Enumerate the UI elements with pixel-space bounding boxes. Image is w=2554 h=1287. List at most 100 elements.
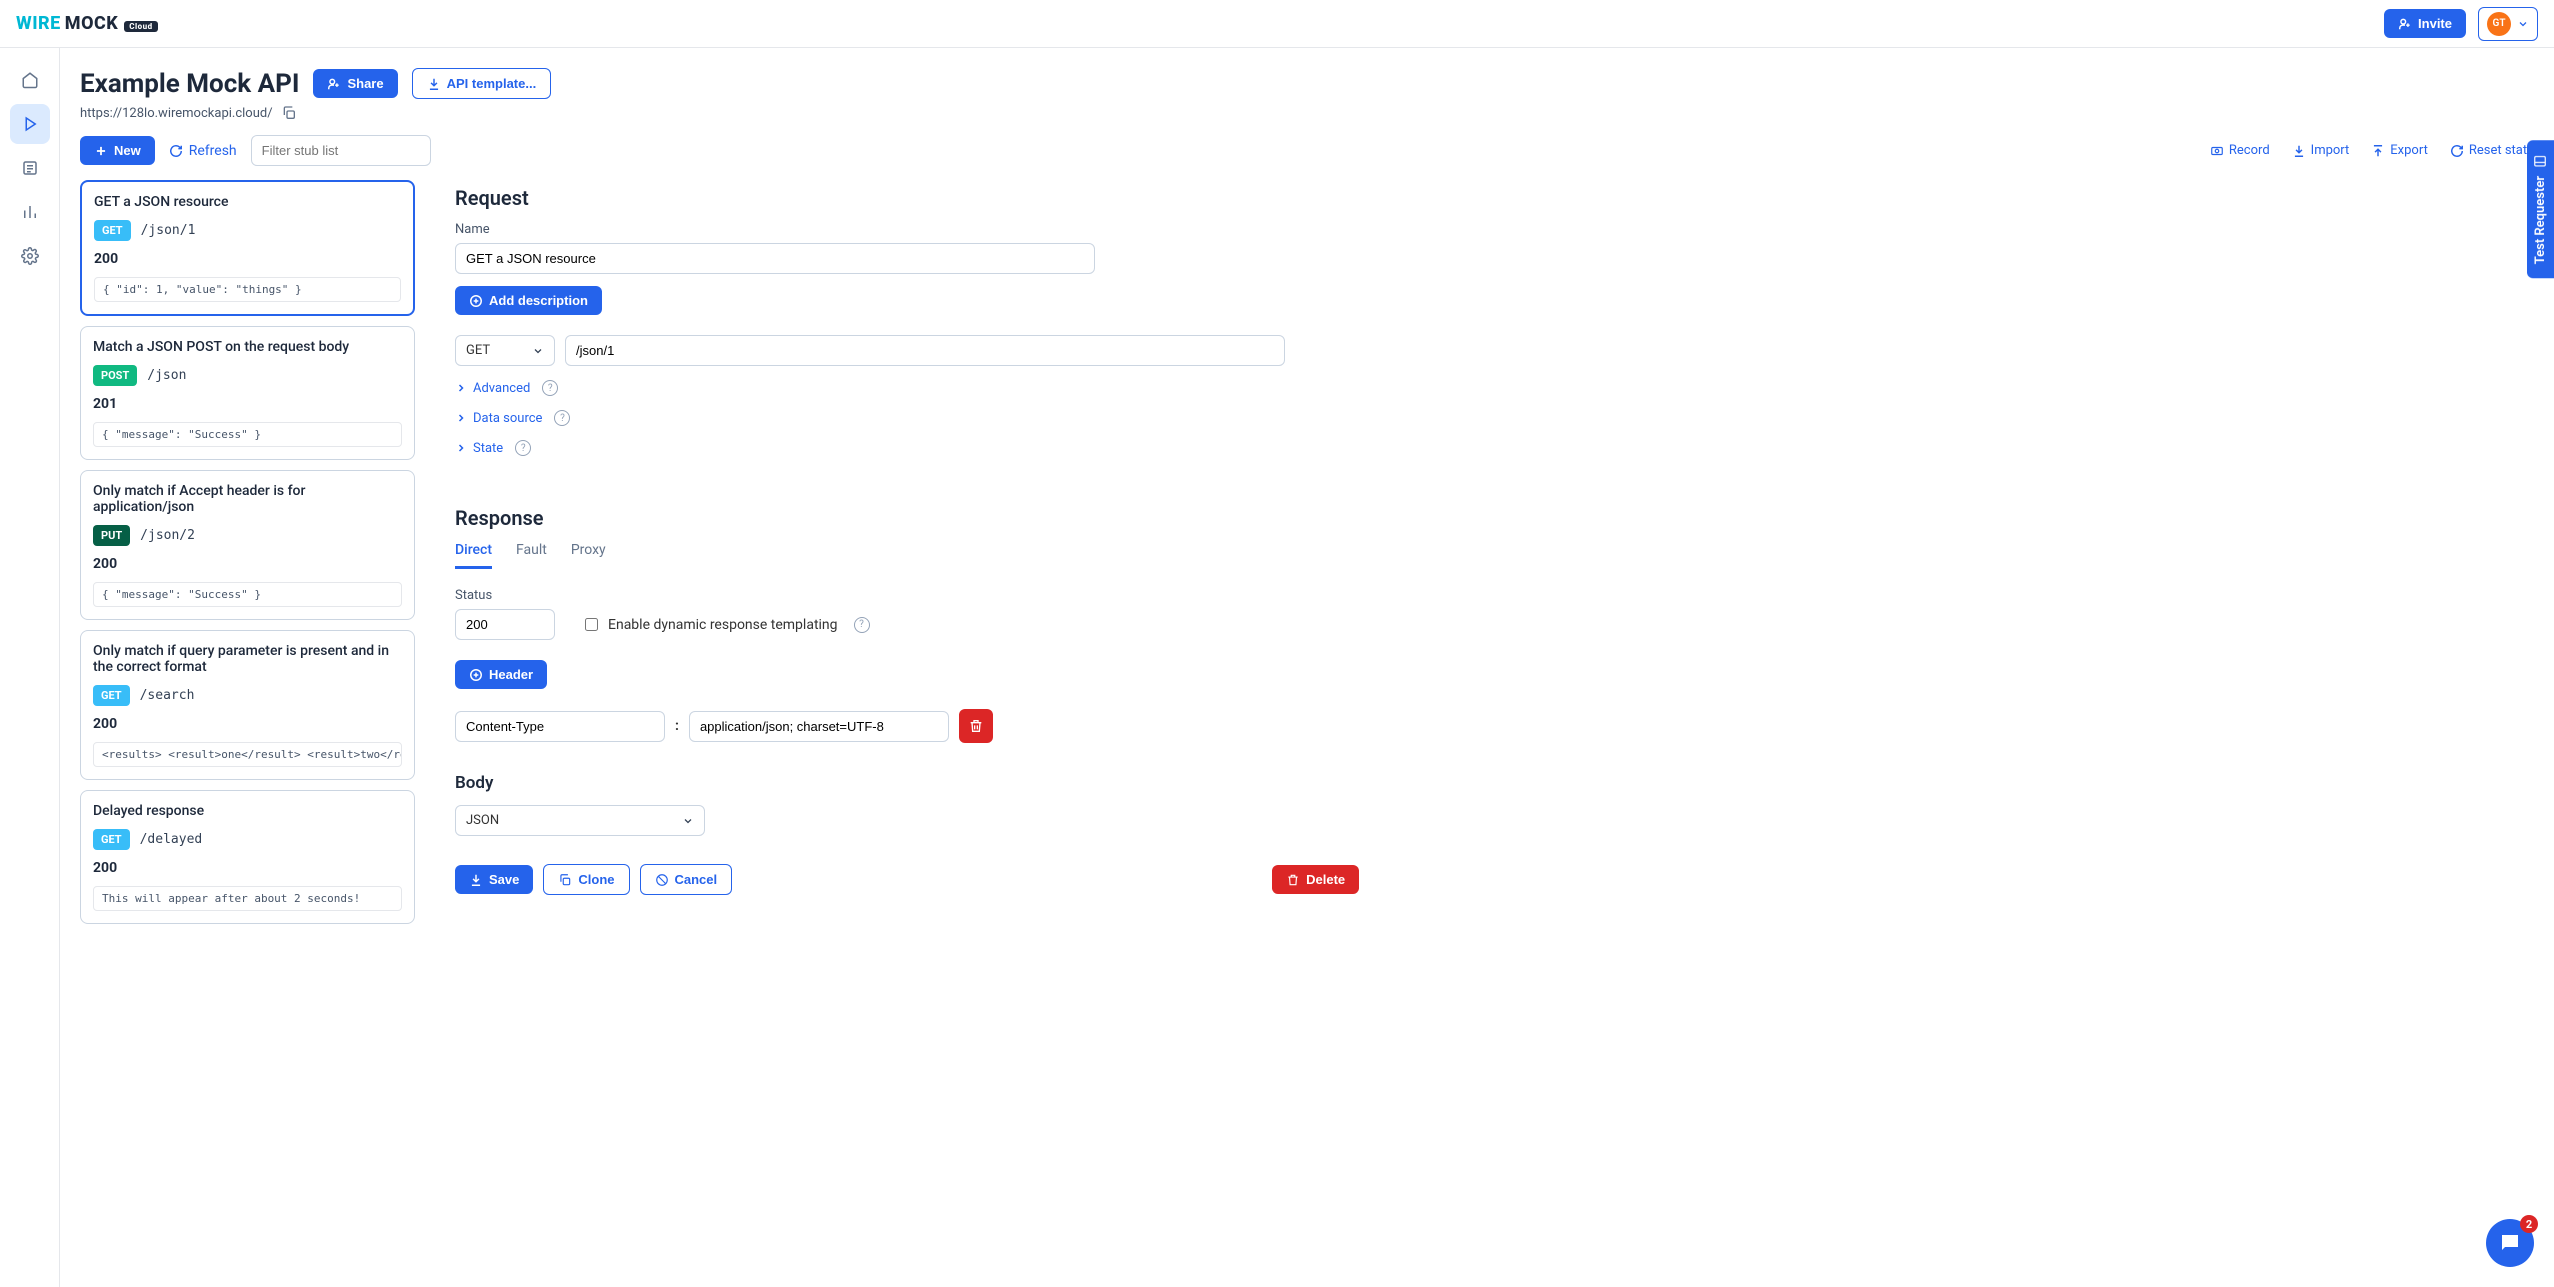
help-icon[interactable]: ? — [542, 380, 558, 396]
logo[interactable]: WIREMOCK Cloud — [16, 13, 158, 34]
stub-card[interactable]: GET a JSON resource GET /json/1 200 { "i… — [80, 180, 415, 316]
path-input[interactable] — [565, 335, 1285, 366]
tab-fault[interactable]: Fault — [516, 542, 547, 569]
data-source-toggle[interactable]: Data source ? — [455, 410, 2494, 426]
body-type-value: JSON — [466, 813, 499, 828]
state-toggle[interactable]: State ? — [455, 440, 2494, 456]
cancel-label: Cancel — [675, 872, 718, 887]
chevron-right-icon — [455, 382, 467, 394]
nav-home[interactable] — [10, 60, 50, 100]
save-label: Save — [489, 872, 519, 887]
advanced-label: Advanced — [473, 381, 530, 396]
stub-card[interactable]: Match a JSON POST on the request body PO… — [80, 326, 415, 460]
method-badge: GET — [93, 685, 130, 706]
share-button[interactable]: Share — [313, 69, 397, 98]
chevron-right-icon — [455, 442, 467, 454]
record-label: Record — [2229, 143, 2270, 158]
refresh-label: Refresh — [189, 143, 237, 159]
filter-input[interactable] — [251, 135, 431, 166]
state-label: State — [473, 441, 503, 456]
chat-icon — [2498, 1231, 2522, 1255]
stub-list[interactable]: GET a JSON resource GET /json/1 200 { "i… — [80, 180, 415, 1267]
body-type-select[interactable]: JSON — [455, 805, 705, 836]
stub-path: /json — [147, 368, 186, 383]
stub-body-preview: { "message": "Success" } — [93, 422, 402, 447]
stub-title: Only match if query parameter is present… — [93, 643, 402, 675]
help-icon[interactable]: ? — [854, 617, 870, 633]
test-requester-label: Test Requester — [2533, 176, 2548, 264]
export-button[interactable]: Export — [2371, 143, 2428, 158]
delete-header-button[interactable] — [959, 709, 993, 743]
copy-icon — [281, 105, 297, 121]
api-template-button[interactable]: API template... — [412, 68, 552, 99]
stub-card[interactable]: Only match if query parameter is present… — [80, 630, 415, 780]
name-input[interactable] — [455, 243, 1095, 274]
main-header: Example Mock API Share API template... h… — [60, 48, 2554, 121]
gear-icon — [21, 247, 39, 265]
import-button[interactable]: Import — [2292, 143, 2350, 158]
status-input[interactable] — [455, 609, 555, 640]
method-badge: PUT — [93, 525, 130, 546]
delete-button[interactable]: Delete — [1272, 865, 1359, 894]
import-icon — [2292, 144, 2306, 158]
stub-body-preview: This will appear after about 2 seconds! — [93, 886, 402, 911]
save-button[interactable]: Save — [455, 865, 533, 894]
record-icon — [2210, 144, 2224, 158]
tab-direct[interactable]: Direct — [455, 542, 492, 569]
clone-button[interactable]: Clone — [543, 864, 629, 895]
method-badge: POST — [93, 365, 137, 386]
logo-mock: MOCK — [65, 13, 118, 34]
stub-status: 200 — [93, 716, 402, 732]
copy-url-button[interactable] — [281, 105, 297, 121]
cancel-button[interactable]: Cancel — [640, 864, 733, 895]
add-description-label: Add description — [489, 293, 588, 308]
stub-card[interactable]: Only match if Accept header is for appli… — [80, 470, 415, 620]
stub-card[interactable]: Delayed response GET /delayed 200 This w… — [80, 790, 415, 924]
enable-templating-checkbox[interactable] — [585, 618, 598, 631]
stub-status: 200 — [93, 556, 402, 572]
nav-settings[interactable] — [10, 236, 50, 276]
header-btn-label: Header — [489, 667, 533, 682]
left-nav — [0, 48, 60, 1287]
nav-requests[interactable] — [10, 148, 50, 188]
chevron-down-icon — [2517, 18, 2529, 30]
chat-button[interactable]: 2 — [2486, 1219, 2534, 1267]
avatar: GT — [2487, 12, 2511, 36]
new-button[interactable]: New — [80, 136, 155, 165]
help-icon[interactable]: ? — [554, 410, 570, 426]
stub-path: /delayed — [140, 832, 203, 847]
header-value-input[interactable] — [689, 711, 949, 742]
add-header-button[interactable]: Header — [455, 660, 547, 689]
trash-icon — [968, 718, 984, 734]
plus-circle-icon — [469, 668, 483, 682]
stub-title: Match a JSON POST on the request body — [93, 339, 402, 355]
stub-status: 200 — [94, 251, 401, 267]
method-select[interactable]: GET — [455, 335, 555, 366]
help-icon[interactable]: ? — [515, 440, 531, 456]
tab-proxy[interactable]: Proxy — [571, 542, 606, 569]
add-description-button[interactable]: Add description — [455, 286, 602, 315]
nav-stubs[interactable] — [10, 104, 50, 144]
stub-body-preview: <results> <result>one</result> <result>t… — [93, 742, 402, 767]
export-icon — [2371, 144, 2385, 158]
refresh-button[interactable]: Refresh — [169, 143, 237, 159]
reset-icon — [2450, 144, 2464, 158]
stub-path: /json/2 — [140, 528, 195, 543]
import-label: Import — [2311, 143, 2350, 158]
avatar-menu[interactable]: GT — [2478, 7, 2538, 41]
logo-cloud-badge: Cloud — [124, 21, 157, 32]
nav-analytics[interactable] — [10, 192, 50, 232]
stub-path: /search — [140, 688, 195, 703]
advanced-toggle[interactable]: Advanced ? — [455, 380, 2494, 396]
test-requester-tab[interactable]: Test Requester — [2527, 140, 2554, 278]
stub-body-preview: { "id": 1, "value": "things" } — [94, 277, 401, 302]
topbar-right: Invite GT — [2384, 7, 2538, 41]
method-value: GET — [466, 343, 490, 358]
reset-state-button[interactable]: Reset state — [2450, 143, 2534, 158]
header-key-input[interactable] — [455, 711, 665, 742]
invite-button[interactable]: Invite — [2384, 9, 2466, 38]
logo-wire: WIRE — [16, 13, 61, 34]
stub-body-preview: { "message": "Success" } — [93, 582, 402, 607]
detail-panel: Request Name Add description GET — [455, 180, 2534, 1267]
record-button[interactable]: Record — [2210, 143, 2270, 158]
